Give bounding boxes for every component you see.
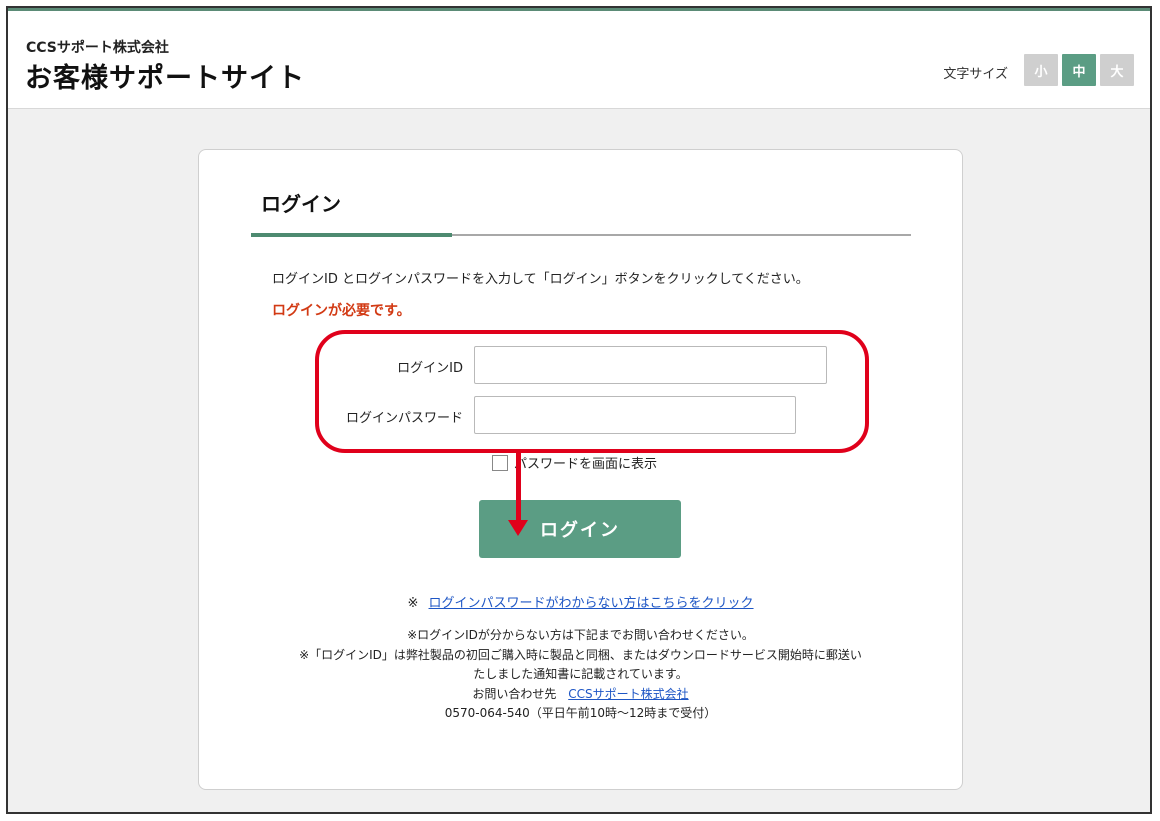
show-password-label[interactable]: パスワードを画面に表示 xyxy=(514,453,657,472)
font-size-large-button[interactable]: 大 xyxy=(1100,54,1134,86)
font-size-label: 文字サイズ xyxy=(943,67,1008,82)
site-title[interactable]: お客様サポートサイト xyxy=(25,56,305,95)
login-card: ログイン ログインID とログインパスワードを入力して「ログイン」ボタンをクリッ… xyxy=(198,149,963,790)
annotation-arrow-head xyxy=(508,520,528,536)
login-instruction: ログインID とログインパスワードを入力して「ログイン」ボタンをクリックしてくだ… xyxy=(272,272,809,287)
forgot-prefix: ※ xyxy=(407,596,419,611)
company-name: CCSサポート株式会社 xyxy=(26,40,169,56)
contact-phone: 0570-064-540（平日午前10時〜12時まで受付） xyxy=(444,706,717,720)
note-line-1: ※ログインIDが分からない方は下記までお問い合わせください。 xyxy=(407,628,754,642)
show-password-checkbox[interactable] xyxy=(492,454,508,471)
browser-frame: CCSサポート株式会社 お客様サポートサイト 文字サイズ 小 中 大 ログイン … xyxy=(6,6,1152,814)
font-size-medium-button[interactable]: 中 xyxy=(1062,54,1096,86)
login-title: ログイン xyxy=(261,192,341,216)
contact-line: お問い合わせ先 CCSサポート株式会社 xyxy=(199,685,962,705)
login-id-input[interactable] xyxy=(474,346,827,384)
forgot-password-row: ※ ログインパスワードがわからない方はこちらをクリック xyxy=(199,592,962,611)
title-divider-accent xyxy=(251,233,452,237)
password-input[interactable] xyxy=(474,396,796,434)
forgot-password-link[interactable]: ログインパスワードがわからない方はこちらをクリック xyxy=(429,596,754,611)
note-line-2: ※「ログインID」は弊社製品の初回ご購入時に製品と同梱、またはダウンロードサービ… xyxy=(299,647,862,662)
contact-label: お問い合わせ先 xyxy=(472,686,557,701)
login-id-label: ログインID xyxy=(397,361,463,376)
login-notes: ※ログインIDが分からない方は下記までお問い合わせください。 ※「ログインID」… xyxy=(199,626,962,724)
login-required-message: ログインが必要です。 xyxy=(272,303,411,319)
site-header: CCSサポート株式会社 お客様サポートサイト 文字サイズ 小 中 大 xyxy=(8,11,1150,109)
contact-link[interactable]: CCSサポート株式会社 xyxy=(568,687,688,701)
password-label: ログインパスワード xyxy=(345,411,463,426)
annotation-arrow-shaft xyxy=(516,453,521,522)
note-line-3: たしました通知書に記載されています。 xyxy=(473,667,688,681)
font-size-small-button[interactable]: 小 xyxy=(1024,54,1058,86)
